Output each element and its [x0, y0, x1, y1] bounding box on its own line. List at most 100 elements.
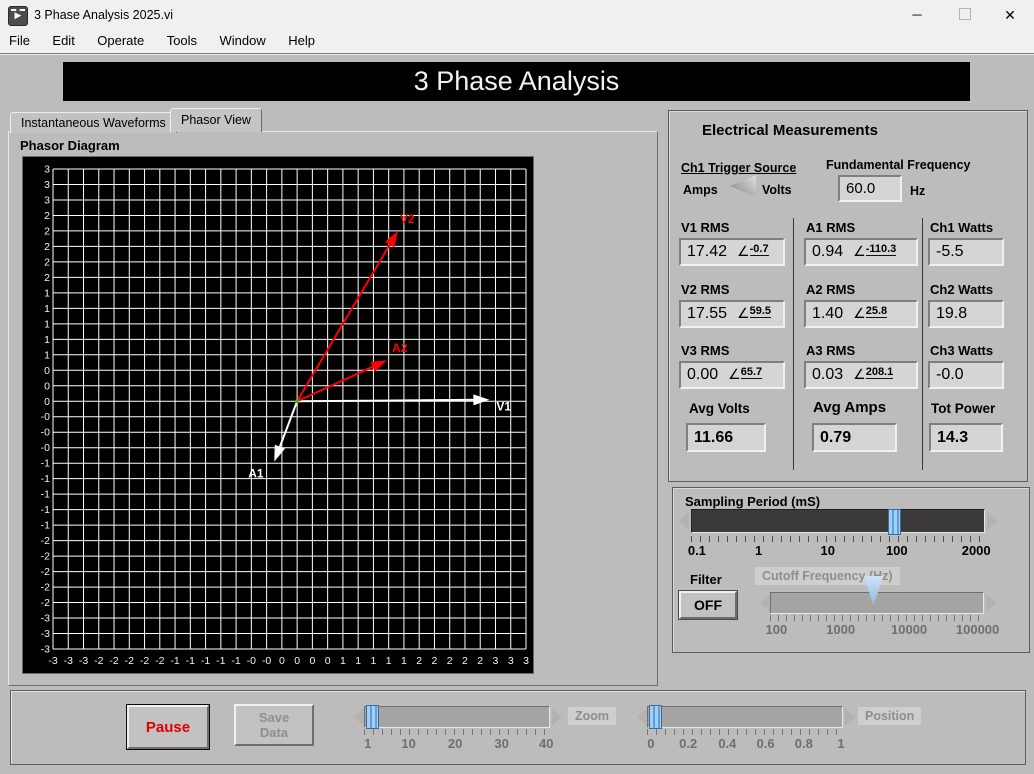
filter-label: Filter	[690, 572, 722, 587]
a2-rms-label: A2 RMS	[806, 282, 855, 297]
panel-divider	[793, 218, 794, 470]
svg-text:-3: -3	[41, 644, 50, 656]
svg-text:V2: V2	[400, 212, 415, 226]
svg-text:-2: -2	[41, 566, 50, 578]
menu-tools[interactable]: Tools	[158, 30, 206, 48]
svg-text:V1: V1	[496, 400, 511, 414]
maximize-button[interactable]	[945, 0, 985, 30]
tick-label: 10000	[891, 622, 927, 637]
tab-phasor-view[interactable]: Phasor View	[170, 108, 262, 132]
ch2-watts-number: 19.8	[936, 305, 967, 323]
svg-text:3: 3	[44, 179, 50, 191]
svg-text:-2: -2	[125, 655, 134, 667]
svg-text:3: 3	[508, 655, 514, 667]
position-tickmarks	[647, 729, 843, 735]
a2-rms-angle: 25.8	[866, 305, 887, 318]
banner: 3 Phase Analysis	[63, 62, 970, 101]
sampling-handle[interactable]	[888, 509, 901, 535]
a1-rms-label: A1 RMS	[806, 220, 855, 235]
filter-off-button[interactable]: OFF	[679, 591, 737, 619]
avg-amps-number: 0.79	[820, 429, 851, 447]
a1-rms-value: 0.94∠-110.3	[804, 238, 918, 266]
save-data-button[interactable]: Save Data	[234, 704, 314, 746]
svg-text:-1: -1	[186, 655, 195, 667]
v1-rms-value: 17.42∠-0.7	[679, 238, 785, 266]
svg-text:1: 1	[401, 655, 407, 667]
position-handle[interactable]	[649, 705, 662, 729]
tick-label: 1	[755, 543, 762, 558]
tick-label: 0	[647, 736, 654, 751]
svg-text:-1: -1	[201, 655, 210, 667]
svg-text:-0: -0	[262, 655, 271, 667]
angle-icon: ∠	[853, 243, 866, 259]
avg-volts-label: Avg Volts	[689, 401, 750, 416]
menu-operate[interactable]: Operate	[88, 30, 153, 48]
svg-text:0: 0	[44, 365, 50, 377]
menu-file[interactable]: File	[0, 30, 39, 48]
v3-rms-number: 0.00	[687, 366, 718, 384]
a1-rms-number: 0.94	[812, 243, 843, 261]
tick-label: 100000	[956, 622, 999, 637]
svg-text:2: 2	[44, 210, 50, 222]
svg-text:1: 1	[44, 303, 50, 315]
labview-vi-icon: ▶	[8, 6, 28, 26]
menu-window[interactable]: Window	[211, 30, 275, 48]
menu-edit[interactable]: Edit	[43, 30, 83, 48]
svg-text:1: 1	[355, 655, 361, 667]
svg-text:1: 1	[44, 318, 50, 330]
tick-label: 0.2	[679, 736, 697, 751]
tick-label: 100	[886, 543, 908, 558]
a2-rms-number: 1.40	[812, 305, 843, 323]
tab-instantaneous-waveforms[interactable]: Instantaneous Waveforms	[10, 112, 177, 133]
zoom-tickmarks	[364, 729, 550, 735]
angle-icon: ∠	[737, 305, 750, 321]
svg-text:1: 1	[370, 655, 376, 667]
tick-label: 0.4	[718, 736, 736, 751]
sampling-slider[interactable]	[691, 509, 985, 533]
svg-text:1: 1	[386, 655, 392, 667]
zoom-handle[interactable]	[366, 705, 379, 729]
svg-text:-2: -2	[155, 655, 164, 667]
svg-text:-1: -1	[41, 504, 50, 516]
svg-text:-2: -2	[41, 535, 50, 547]
svg-text:-1: -1	[41, 458, 50, 470]
svg-text:2: 2	[44, 256, 50, 268]
svg-text:1: 1	[44, 349, 50, 361]
svg-text:2: 2	[44, 272, 50, 284]
zoom-label: Zoom	[568, 707, 616, 725]
cutoff-slider[interactable]	[770, 592, 984, 614]
position-slider[interactable]	[647, 706, 843, 728]
svg-text:-0: -0	[41, 427, 50, 439]
position-tick-labels: 0 0.2 0.4 0.6 0.8 1	[647, 736, 843, 752]
zoom-slider[interactable]	[364, 706, 550, 728]
sampling-period-label: Sampling Period (mS)	[685, 494, 820, 509]
svg-text:-2: -2	[109, 655, 118, 667]
svg-text:-2: -2	[41, 551, 50, 563]
svg-text:-1: -1	[170, 655, 179, 667]
a3-rms-number: 0.03	[812, 366, 843, 384]
angle-icon: ∠	[853, 305, 866, 321]
svg-text:2: 2	[44, 225, 50, 237]
ch1-watts-value: -5.5	[928, 238, 1004, 266]
avg-volts-number: 11.66	[694, 429, 733, 447]
pause-button[interactable]: Pause	[127, 705, 209, 749]
title-bar: ▶ 3 Phase Analysis 2025.vi ─ ✕	[0, 0, 1034, 30]
ch1-watts-number: -5.5	[936, 243, 964, 261]
phasor-plot: -3-3-3-2-2-2-2-2-1-1-1-1-1-0-00000111112…	[23, 157, 533, 673]
svg-text:-3: -3	[79, 655, 88, 667]
menu-help[interactable]: Help	[279, 30, 324, 48]
svg-text:2: 2	[432, 655, 438, 667]
tick-label: 0.8	[795, 736, 813, 751]
svg-text:0: 0	[294, 655, 300, 667]
position-label: Position	[858, 707, 921, 725]
avg-amps-value: 0.79	[812, 423, 897, 452]
app-window: ▶ 3 Phase Analysis 2025.vi ─ ✕ File Edit…	[0, 0, 1034, 774]
svg-text:-1: -1	[231, 655, 240, 667]
close-button[interactable]: ✕	[990, 0, 1030, 30]
page-title: 3 Phase Analysis	[63, 62, 970, 101]
tot-power-number: 14.3	[937, 429, 968, 447]
svg-text:-1: -1	[216, 655, 225, 667]
ch1-watts-label: Ch1 Watts	[930, 220, 993, 235]
minimize-button[interactable]: ─	[897, 0, 937, 30]
angle-icon: ∠	[728, 366, 741, 382]
